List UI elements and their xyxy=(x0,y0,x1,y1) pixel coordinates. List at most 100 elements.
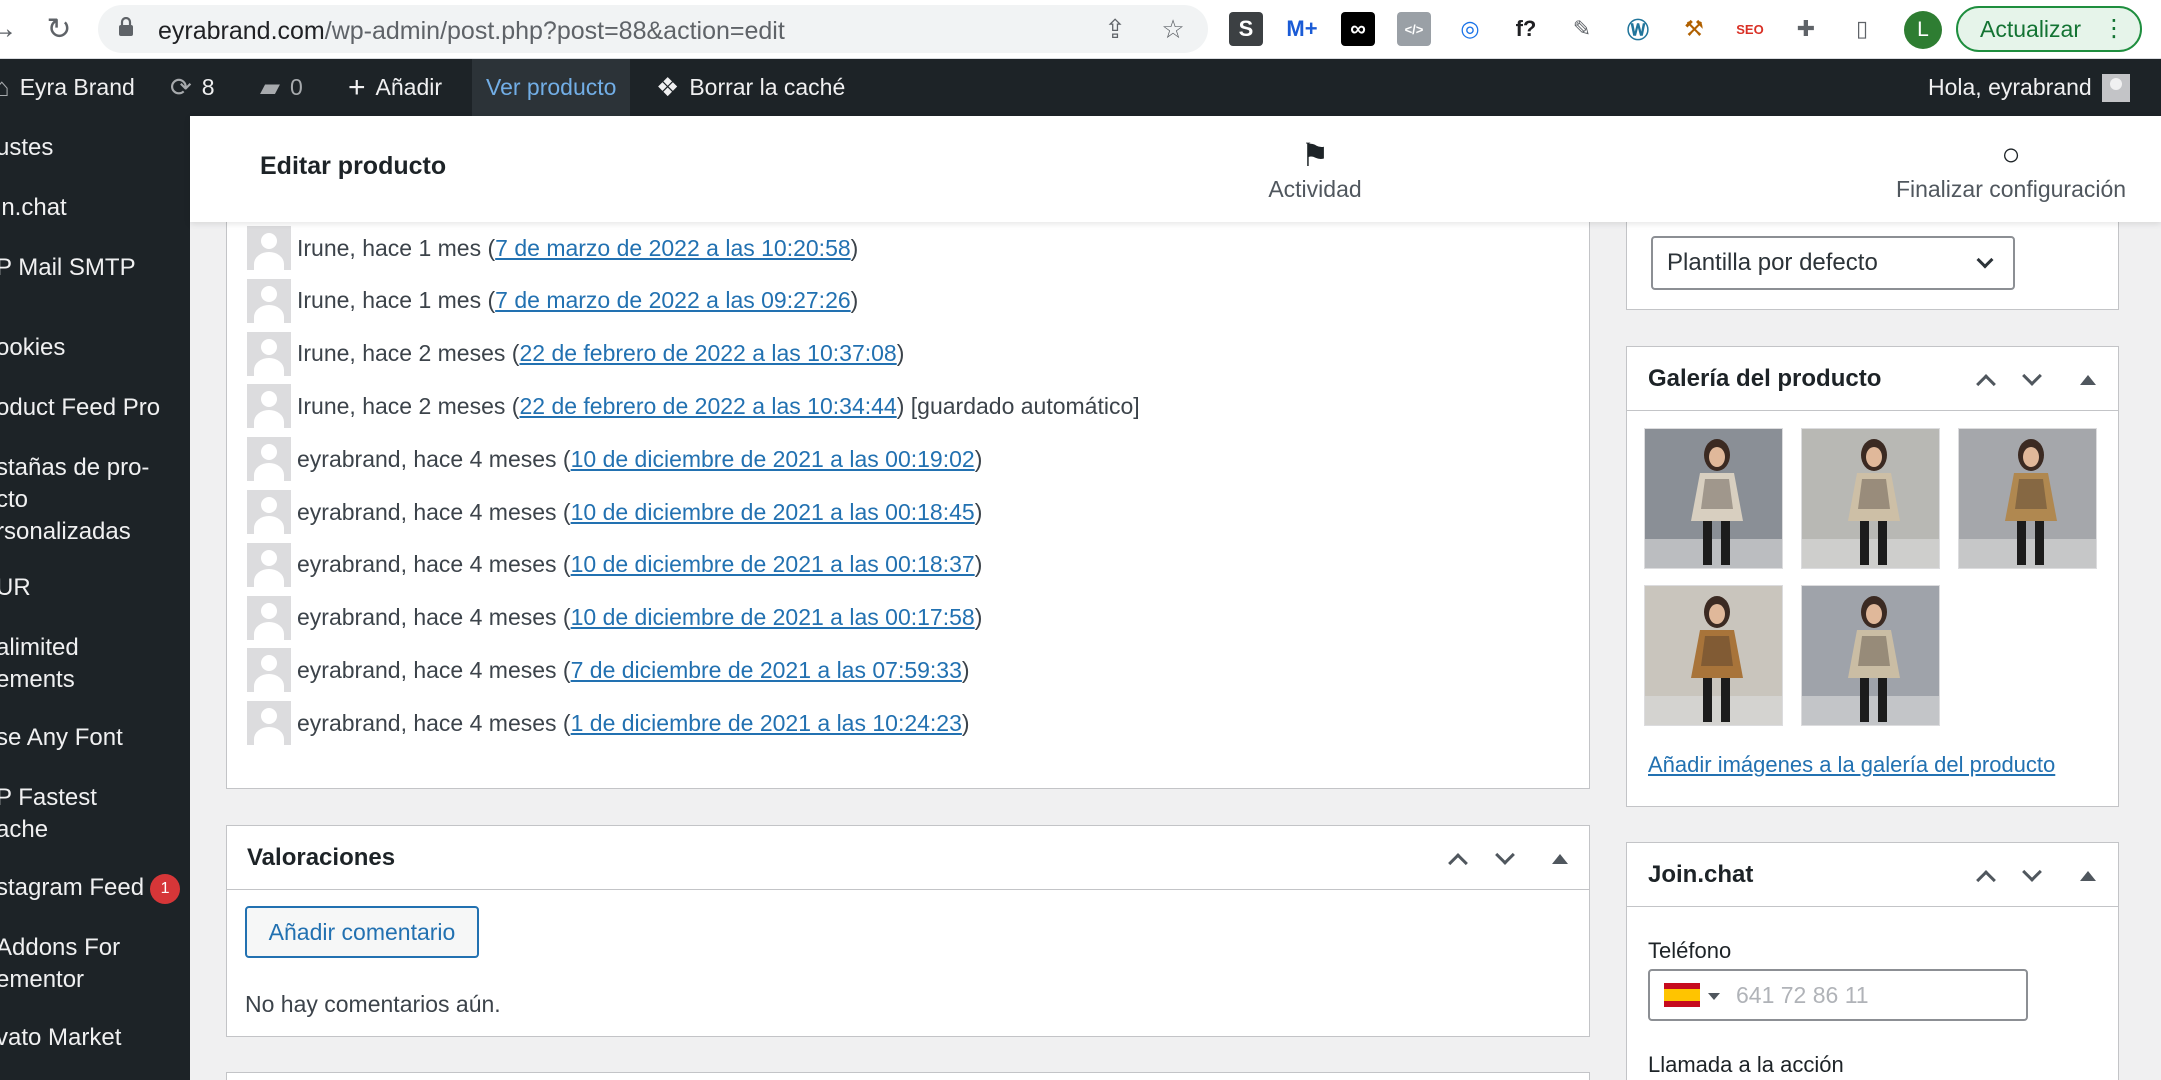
code-extension-icon[interactable]: </> xyxy=(1397,12,1431,46)
puzzle-extensions-icon[interactable]: ✚ xyxy=(1789,12,1823,46)
profile-avatar[interactable]: L xyxy=(1904,11,1942,49)
spain-flag-icon[interactable] xyxy=(1664,983,1700,1007)
revision-date-link[interactable]: 1 de diciembre de 2021 a las 10:24:23 xyxy=(571,710,962,737)
clear-cache-label: Borrar la caché xyxy=(689,74,846,100)
movistar-extension-icon[interactable]: M+ xyxy=(1285,12,1319,46)
sidebar-item[interactable]: P Mail SMTP xyxy=(0,252,182,284)
revision-date-link[interactable]: 10 de diciembre de 2021 a las 00:17:58 xyxy=(571,604,975,631)
user-avatar xyxy=(2101,73,2130,102)
revision-avatar xyxy=(247,490,291,534)
revision-avatar xyxy=(247,278,291,323)
infinity-extension-icon[interactable]: ∞ xyxy=(1341,12,1375,46)
caret-down-icon[interactable] xyxy=(1708,993,1720,1000)
sidebar-item[interactable]: ookies xyxy=(0,332,182,364)
sidebar-item[interactable]: stañas de pro- cto rsonalizadas xyxy=(0,452,182,548)
sidepanel-icon[interactable]: ▯ xyxy=(1845,12,1879,46)
seo-extension-icon[interactable]: SEO xyxy=(1733,12,1767,46)
gallery-title: Galería del producto xyxy=(1648,365,1882,392)
revision-date-link[interactable]: 22 de febrero de 2022 a las 10:37:08 xyxy=(519,340,896,367)
update-button[interactable]: Actualizar ⋮ xyxy=(1956,6,2142,52)
revision-row: eyrabrand, hace 4 meses (1 de diciembre … xyxy=(247,701,970,746)
activity-button[interactable]: ⚑ Actividad xyxy=(1250,136,1380,203)
eyedropper-extension-icon[interactable]: ✎ xyxy=(1565,12,1599,46)
cta-label: Llamada a la acción xyxy=(1648,1052,1844,1077)
revision-avatar xyxy=(247,701,291,746)
paren-open: ( xyxy=(556,551,571,578)
gallery-image-2[interactable] xyxy=(1801,428,1940,569)
move-down-icon[interactable] xyxy=(2015,859,2049,893)
paren-close: ) xyxy=(974,498,983,525)
joinchat-postbox: Join.chat Teléfono Llamada a la acción xyxy=(1626,842,2119,1080)
flag-icon: ⚑ xyxy=(1300,137,1330,173)
revision-date-link[interactable]: 7 de marzo de 2022 a las 10:20:58 xyxy=(495,235,850,262)
more-menu-icon[interactable]: ⋮ xyxy=(2102,14,2126,43)
bookmark-star-icon[interactable]: ☆ xyxy=(1158,14,1188,44)
view-product-link[interactable]: Ver producto xyxy=(472,59,631,116)
move-down-icon[interactable] xyxy=(1488,842,1522,876)
revision-avatar xyxy=(247,384,291,429)
revision-date-link[interactable]: 22 de febrero de 2022 a las 10:34:44 xyxy=(519,393,896,420)
revision-author: Irune, hace 2 meses xyxy=(297,392,506,419)
font-extension-icon[interactable]: f? xyxy=(1509,12,1543,46)
account-menu[interactable]: Hola, eyrabrand xyxy=(1928,59,2130,116)
clear-cache-link[interactable]: ❖ Borrar la caché xyxy=(656,59,845,116)
revision-date-link[interactable]: 7 de diciembre de 2021 a las 07:59:33 xyxy=(571,657,962,684)
move-up-icon[interactable] xyxy=(1441,842,1475,876)
paren-open: ( xyxy=(556,709,571,736)
sidebar-item[interactable]: UR xyxy=(0,572,182,604)
target-extension-icon[interactable]: ◎ xyxy=(1453,12,1487,46)
sidebar-item[interactable]: se Any Font xyxy=(0,722,182,754)
sidebar-item[interactable]: vato Market xyxy=(0,1022,182,1054)
sidebar-item[interactable]: P Fastest ache xyxy=(0,782,182,846)
gallery-image-4[interactable] xyxy=(1644,585,1783,726)
revision-date-link[interactable]: 7 de marzo de 2022 a las 09:27:26 xyxy=(495,287,850,314)
paren-close: ) xyxy=(974,604,983,631)
s-extension-icon[interactable]: S xyxy=(1229,12,1263,46)
sidebar-item[interactable]: oduct Feed Pro xyxy=(0,392,182,424)
reviews-title: Valoraciones xyxy=(247,844,396,871)
revision-date-link[interactable]: 10 de diciembre de 2021 a las 00:18:45 xyxy=(571,499,975,526)
site-name-link[interactable]: ⌂ Eyra Brand xyxy=(0,59,135,116)
finish-setup-button[interactable]: ○ Finalizar configuración xyxy=(1886,136,2136,203)
updates-icon: ⟳ xyxy=(170,72,192,102)
sidebar-item[interactable]: alimited ements xyxy=(0,632,182,696)
collapse-toggle-icon[interactable] xyxy=(1543,842,1577,876)
home-icon: ⌂ xyxy=(0,72,10,102)
gallery-image-5[interactable] xyxy=(1801,585,1940,726)
next-postbox-edge xyxy=(226,1072,1590,1080)
move-up-icon[interactable] xyxy=(1969,859,2003,893)
revision-date-link[interactable]: 10 de diciembre de 2021 a las 00:19:02 xyxy=(571,446,975,473)
revision-row: eyrabrand, hace 4 meses (7 de diciembre … xyxy=(247,648,970,693)
gallery-image-3[interactable] xyxy=(1958,428,2097,569)
move-down-icon[interactable] xyxy=(2015,363,2049,397)
sidebar-item-label: ustes xyxy=(0,134,54,161)
revision-date-link[interactable]: 10 de diciembre de 2021 a las 00:18:37 xyxy=(571,551,975,578)
add-new-link[interactable]: + Añadir xyxy=(348,59,442,116)
revision-note: [guardado automático] xyxy=(904,392,1140,419)
phone-input[interactable] xyxy=(1736,971,2016,1019)
sidebar-item[interactable]: ustes xyxy=(0,132,182,164)
paren-open: ( xyxy=(556,656,571,683)
hammer-extension-icon[interactable]: ⚒ xyxy=(1677,12,1711,46)
reload-icon[interactable]: ↻ xyxy=(38,8,80,50)
address-bar[interactable]: eyrabrand.com/wp-admin/post.php?post=88&… xyxy=(98,5,1208,53)
collapse-toggle-icon[interactable] xyxy=(2071,363,2105,397)
sidebar-item[interactable]: stagram Feed 1 xyxy=(0,872,182,904)
sidebar-item[interactable]: Addons For ementor xyxy=(0,932,182,996)
move-up-icon[interactable] xyxy=(1969,363,2003,397)
forward-icon[interactable]: → xyxy=(0,8,24,50)
sidebar-item-label: in.chat xyxy=(0,194,67,221)
add-gallery-images-link[interactable]: Añadir imágenes a la galería del product… xyxy=(1648,752,2055,778)
paren-open: ( xyxy=(556,445,571,472)
sidebar-item-label: P Fastest ache xyxy=(0,784,97,843)
sidebar-item[interactable]: in.chat xyxy=(0,192,182,224)
updates-link[interactable]: ⟳ 8 xyxy=(170,59,215,116)
add-comment-button[interactable]: Añadir comentario xyxy=(245,906,479,958)
gallery-image-1[interactable] xyxy=(1644,428,1783,569)
progress-circle-icon: ○ xyxy=(2001,136,2021,172)
wordpress-extension-icon[interactable]: Ⓦ xyxy=(1621,12,1655,46)
template-select[interactable]: Plantilla por defecto xyxy=(1651,236,2015,290)
share-icon[interactable]: ⇪ xyxy=(1100,14,1130,44)
comments-link[interactable]: ▰ 0 xyxy=(260,59,303,116)
collapse-toggle-icon[interactable] xyxy=(2071,859,2105,893)
